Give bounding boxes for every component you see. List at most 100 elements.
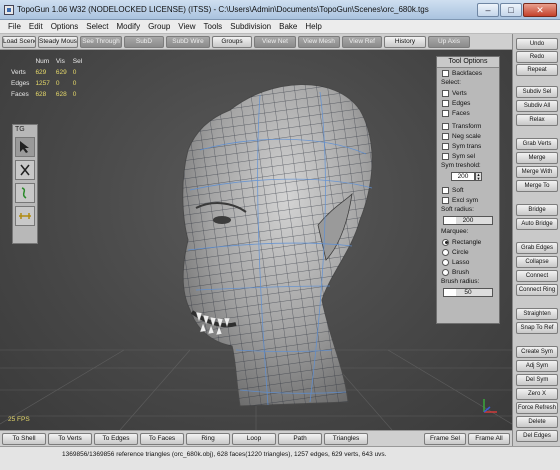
close-button[interactable]: ✕ xyxy=(523,3,557,17)
undo-button[interactable]: Undo xyxy=(516,38,558,50)
cut-tool[interactable] xyxy=(15,160,35,180)
triangles-button[interactable]: Triangles xyxy=(324,432,368,445)
marquee-circle-radio[interactable]: Circle xyxy=(437,247,499,257)
redo-button[interactable]: Redo xyxy=(516,51,558,63)
select-verts-checkbox[interactable]: Verts xyxy=(437,88,499,98)
menu-bar: File Edit Options Select Modify Group View Tool… xyxy=(0,20,560,34)
merge-to-button[interactable]: Merge To xyxy=(516,180,558,192)
repeat-button[interactable]: Repeat xyxy=(516,64,558,76)
brush-draw-icon xyxy=(21,187,27,199)
steady-mouse-button[interactable]: Steady Mouse xyxy=(38,35,78,48)
minimize-button[interactable]: – xyxy=(477,3,499,17)
grab-verts-button[interactable]: Grab Verts xyxy=(516,138,558,150)
snap-to-ref-button[interactable]: Snap To Ref xyxy=(516,322,558,334)
checkbox-box xyxy=(442,142,449,150)
to-shell-button[interactable]: To Shell xyxy=(2,432,46,445)
option-soft-checkbox[interactable]: Soft xyxy=(437,185,499,195)
load-scene-button[interactable]: Load Scene xyxy=(2,35,36,48)
straighten-button[interactable]: Straighten xyxy=(516,308,558,320)
del-sym-button[interactable]: Del Sym xyxy=(516,374,558,386)
merge-with-button[interactable]: Merge With xyxy=(516,166,558,178)
stats-header-vis: Vis xyxy=(55,58,65,65)
view-mesh-button[interactable]: View Mesh xyxy=(298,35,340,48)
path-button[interactable]: Path xyxy=(278,432,322,445)
maximize-button[interactable]: □ xyxy=(500,3,522,17)
orc-head-mesh xyxy=(182,84,373,407)
connect-button[interactable]: Connect xyxy=(516,270,558,282)
stats-header-num: Num xyxy=(35,58,50,65)
bridge-tool[interactable] xyxy=(15,206,35,226)
view-net-button[interactable]: View Net xyxy=(254,35,296,48)
bridge-button[interactable]: Bridge xyxy=(516,204,558,216)
subdiv-sel-button[interactable]: Subdiv Sel xyxy=(516,86,558,98)
force-refresh-button[interactable]: Force Refresh xyxy=(516,402,558,414)
option-excl-sym-checkbox[interactable]: Excl sym xyxy=(437,195,499,205)
menu-file[interactable]: File xyxy=(4,22,25,31)
collapse-button[interactable]: Collapse xyxy=(516,256,558,268)
sym-threshold-input[interactable]: 200 ▲ ▼ xyxy=(451,172,482,181)
stats-faces-num: 628 xyxy=(35,91,47,98)
menu-select[interactable]: Select xyxy=(82,22,112,31)
spinner-arrows-icon[interactable]: ▲ ▼ xyxy=(475,172,482,181)
grab-edges-button[interactable]: Grab Edges xyxy=(516,242,558,254)
marquee-rectangle-radio[interactable]: Rectangle xyxy=(437,237,499,247)
auto-bridge-button[interactable]: Auto Bridge xyxy=(516,218,558,230)
delete-button[interactable]: Delete xyxy=(516,416,558,428)
brush-tool[interactable] xyxy=(15,183,35,203)
soft-radius-fill xyxy=(444,217,456,224)
3d-viewport[interactable]: Num Vis Sel Verts 629 629 0 Edges 1257 0… xyxy=(0,50,512,430)
menu-tools[interactable]: Tools xyxy=(200,22,227,31)
option-sym-sel-checkbox[interactable]: Sym sel xyxy=(437,151,499,161)
subd-wire-button[interactable]: SubD Wire xyxy=(166,35,210,48)
loop-button[interactable]: Loop xyxy=(232,432,276,445)
select-faces-checkbox[interactable]: Faces xyxy=(437,108,499,118)
top-toolbar: Load Scene Steady Mouse See Through SubD Sub… xyxy=(0,34,512,50)
groups-button[interactable]: Groups xyxy=(212,35,252,48)
option-transform-checkbox[interactable]: Transform xyxy=(437,121,499,131)
to-edges-button[interactable]: To Edges xyxy=(94,432,138,445)
option-sym-trans-checkbox[interactable]: Sym trans xyxy=(437,141,499,151)
frame-sel-button[interactable]: Frame Sel xyxy=(424,432,466,445)
relax-button[interactable]: Relax xyxy=(516,114,558,126)
backfaces-checkbox[interactable]: Backfaces xyxy=(437,68,499,78)
select-tool[interactable] xyxy=(15,137,35,157)
create-sym-button[interactable]: Create Sym xyxy=(516,346,558,358)
soft-radius-slider[interactable]: 200 xyxy=(443,216,493,225)
menu-edit[interactable]: Edit xyxy=(25,22,47,31)
frame-all-button[interactable]: Frame All xyxy=(468,432,510,445)
cut-scissors-icon xyxy=(20,164,30,176)
bridge-icon xyxy=(19,213,31,219)
subdiv-all-button[interactable]: Subdiv All xyxy=(516,100,558,112)
option-neg-scale-checkbox[interactable]: Neg scale xyxy=(437,131,499,141)
to-faces-button[interactable]: To Faces xyxy=(140,432,184,445)
stats-edges-vis: 0 xyxy=(55,80,60,87)
subd-button[interactable]: SubD xyxy=(124,35,164,48)
merge-button[interactable]: Merge xyxy=(516,152,558,164)
menu-group[interactable]: Group xyxy=(144,22,174,31)
tool-options-panel: Tool Options Backfaces Select: Verts Edge… xyxy=(436,56,500,324)
ring-button[interactable]: Ring xyxy=(186,432,230,445)
del-edges-button[interactable]: Del Edges xyxy=(516,430,558,442)
to-verts-button[interactable]: To Verts xyxy=(48,432,92,445)
up-axis-button[interactable]: Up Axis xyxy=(428,35,470,48)
see-through-button[interactable]: See Through xyxy=(80,35,122,48)
menu-view[interactable]: View xyxy=(174,22,199,31)
stats-label-verts: Verts xyxy=(11,69,26,76)
menu-bake[interactable]: Bake xyxy=(275,22,301,31)
history-button[interactable]: History xyxy=(384,35,426,48)
select-section-label: Select: xyxy=(441,79,461,86)
marquee-lasso-radio[interactable]: Lasso xyxy=(437,257,499,267)
adj-sym-button[interactable]: Adj Sym xyxy=(516,360,558,372)
menu-subdivision[interactable]: Subdivision xyxy=(226,22,275,31)
view-ref-button[interactable]: View Ref xyxy=(342,35,382,48)
tg-tool-panel: TG xyxy=(12,124,38,244)
menu-modify[interactable]: Modify xyxy=(113,22,145,31)
menu-help[interactable]: Help xyxy=(301,22,325,31)
select-edges-checkbox[interactable]: Edges xyxy=(437,98,499,108)
menu-options[interactable]: Options xyxy=(47,22,83,31)
marquee-brush-radio[interactable]: Brush xyxy=(437,267,499,277)
brush-radius-slider[interactable]: 50 xyxy=(443,288,493,297)
stats-verts-sel: 0 xyxy=(72,69,77,76)
zero-x-button[interactable]: Zero X xyxy=(516,388,558,400)
connect-ring-button[interactable]: Connect Ring xyxy=(516,284,558,296)
